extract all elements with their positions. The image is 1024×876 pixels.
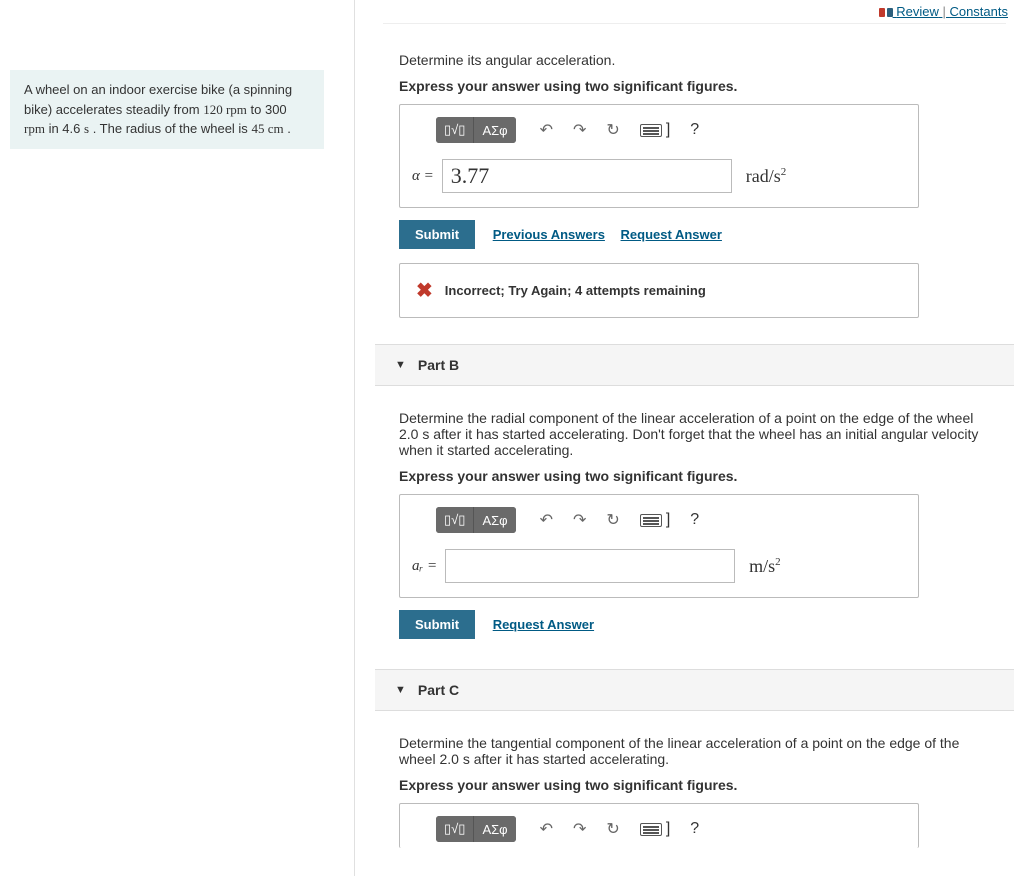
redo-icon[interactable]: ↷: [573, 510, 586, 530]
part-c: Determine the tangential component of th…: [375, 711, 1014, 876]
answer-box: ▯√▯ ΑΣφ ↶ ↷ ↻ ] ? α = rad/s2: [399, 104, 919, 208]
review-link[interactable]: Review: [896, 4, 939, 19]
units-label: rad/s2: [746, 166, 787, 187]
part-a: Determine its angular acceleration. Expr…: [375, 28, 1014, 344]
text: in 4.6: [49, 121, 84, 136]
equation-toolbar: ▯√▯ ΑΣφ ↶ ↷ ↻ ] ?: [400, 804, 918, 848]
reset-icon[interactable]: ↻: [606, 510, 619, 530]
chevron-down-icon: ▼: [395, 684, 406, 696]
top-links: Review | Constants: [375, 0, 1014, 23]
submit-button[interactable]: Submit: [399, 220, 475, 249]
request-answer-link[interactable]: Request Answer: [493, 617, 594, 632]
template-button[interactable]: ▯√▯: [436, 507, 474, 533]
answer-input[interactable]: [445, 549, 735, 583]
part-title: Part C: [418, 682, 459, 698]
action-row: Submit Request Answer: [399, 610, 990, 639]
value: 120 rpm: [203, 102, 247, 117]
reset-icon[interactable]: ↻: [606, 120, 619, 140]
text: .: [287, 121, 291, 136]
redo-icon[interactable]: ↷: [573, 120, 586, 140]
instruction-text: Express your answer using two significan…: [399, 468, 990, 484]
greek-button[interactable]: ΑΣφ: [474, 117, 515, 143]
incorrect-icon: ✖: [416, 278, 433, 303]
instruction-text: Express your answer using two significan…: [399, 777, 990, 793]
keyboard-icon[interactable]: [640, 514, 662, 527]
problem-statement: A wheel on an indoor exercise bike (a sp…: [10, 70, 324, 149]
variable-label: α =: [412, 168, 434, 185]
equation-toolbar: ▯√▯ ΑΣφ ↶ ↷ ↻ ] ?: [400, 495, 918, 539]
help-icon[interactable]: ?: [690, 511, 699, 529]
text: to 300: [251, 102, 287, 117]
bracket-icon[interactable]: ]: [666, 820, 670, 838]
reset-icon[interactable]: ↻: [606, 819, 619, 839]
undo-icon[interactable]: ↶: [540, 819, 553, 839]
answer-box: ▯√▯ ΑΣφ ↶ ↷ ↻ ] ? aᵣ = m/s2: [399, 494, 919, 598]
question-text: Determine its angular acceleration.: [399, 52, 990, 68]
greek-button[interactable]: ΑΣφ: [474, 507, 515, 533]
value: 45 cm: [251, 121, 283, 136]
keyboard-icon[interactable]: [640, 124, 662, 137]
action-row: Submit Previous Answers Request Answer: [399, 220, 990, 249]
keyboard-icon[interactable]: [640, 823, 662, 836]
submit-button[interactable]: Submit: [399, 610, 475, 639]
variable-label: aᵣ =: [412, 558, 437, 575]
previous-answers-link[interactable]: Previous Answers: [493, 227, 605, 242]
part-b: Determine the radial component of the li…: [375, 386, 1014, 669]
pages-icon: [879, 8, 893, 18]
feedback-text: Incorrect; Try Again; 4 attempts remaini…: [445, 283, 706, 298]
question-text: Determine the tangential component of th…: [399, 735, 990, 767]
request-answer-link[interactable]: Request Answer: [621, 227, 722, 242]
text: . The radius of the wheel is: [93, 121, 252, 136]
redo-icon[interactable]: ↷: [573, 819, 586, 839]
bracket-icon[interactable]: ]: [666, 121, 670, 139]
instruction-text: Express your answer using two significan…: [399, 78, 990, 94]
part-c-header[interactable]: ▼ Part C: [375, 669, 1014, 711]
units-label: m/s2: [749, 556, 781, 577]
template-button[interactable]: ▯√▯: [436, 816, 474, 842]
bracket-icon[interactable]: ]: [666, 511, 670, 529]
question-text: Determine the radial component of the li…: [399, 410, 990, 458]
equation-toolbar: ▯√▯ ΑΣφ ↶ ↷ ↻ ] ?: [400, 105, 918, 149]
value: rpm: [24, 121, 45, 136]
chevron-down-icon: ▼: [395, 359, 406, 371]
help-icon[interactable]: ?: [690, 121, 699, 139]
undo-icon[interactable]: ↶: [540, 120, 553, 140]
answer-box: ▯√▯ ΑΣφ ↶ ↷ ↻ ] ?: [399, 803, 919, 848]
constants-link[interactable]: Constants: [949, 4, 1008, 19]
part-title: Part B: [418, 357, 459, 373]
undo-icon[interactable]: ↶: [540, 510, 553, 530]
help-icon[interactable]: ?: [690, 820, 699, 838]
value: s: [84, 121, 89, 136]
part-b-header[interactable]: ▼ Part B: [375, 344, 1014, 386]
answer-input[interactable]: [442, 159, 732, 193]
feedback-box: ✖ Incorrect; Try Again; 4 attempts remai…: [399, 263, 919, 318]
greek-button[interactable]: ΑΣφ: [474, 816, 515, 842]
template-button[interactable]: ▯√▯: [436, 117, 474, 143]
